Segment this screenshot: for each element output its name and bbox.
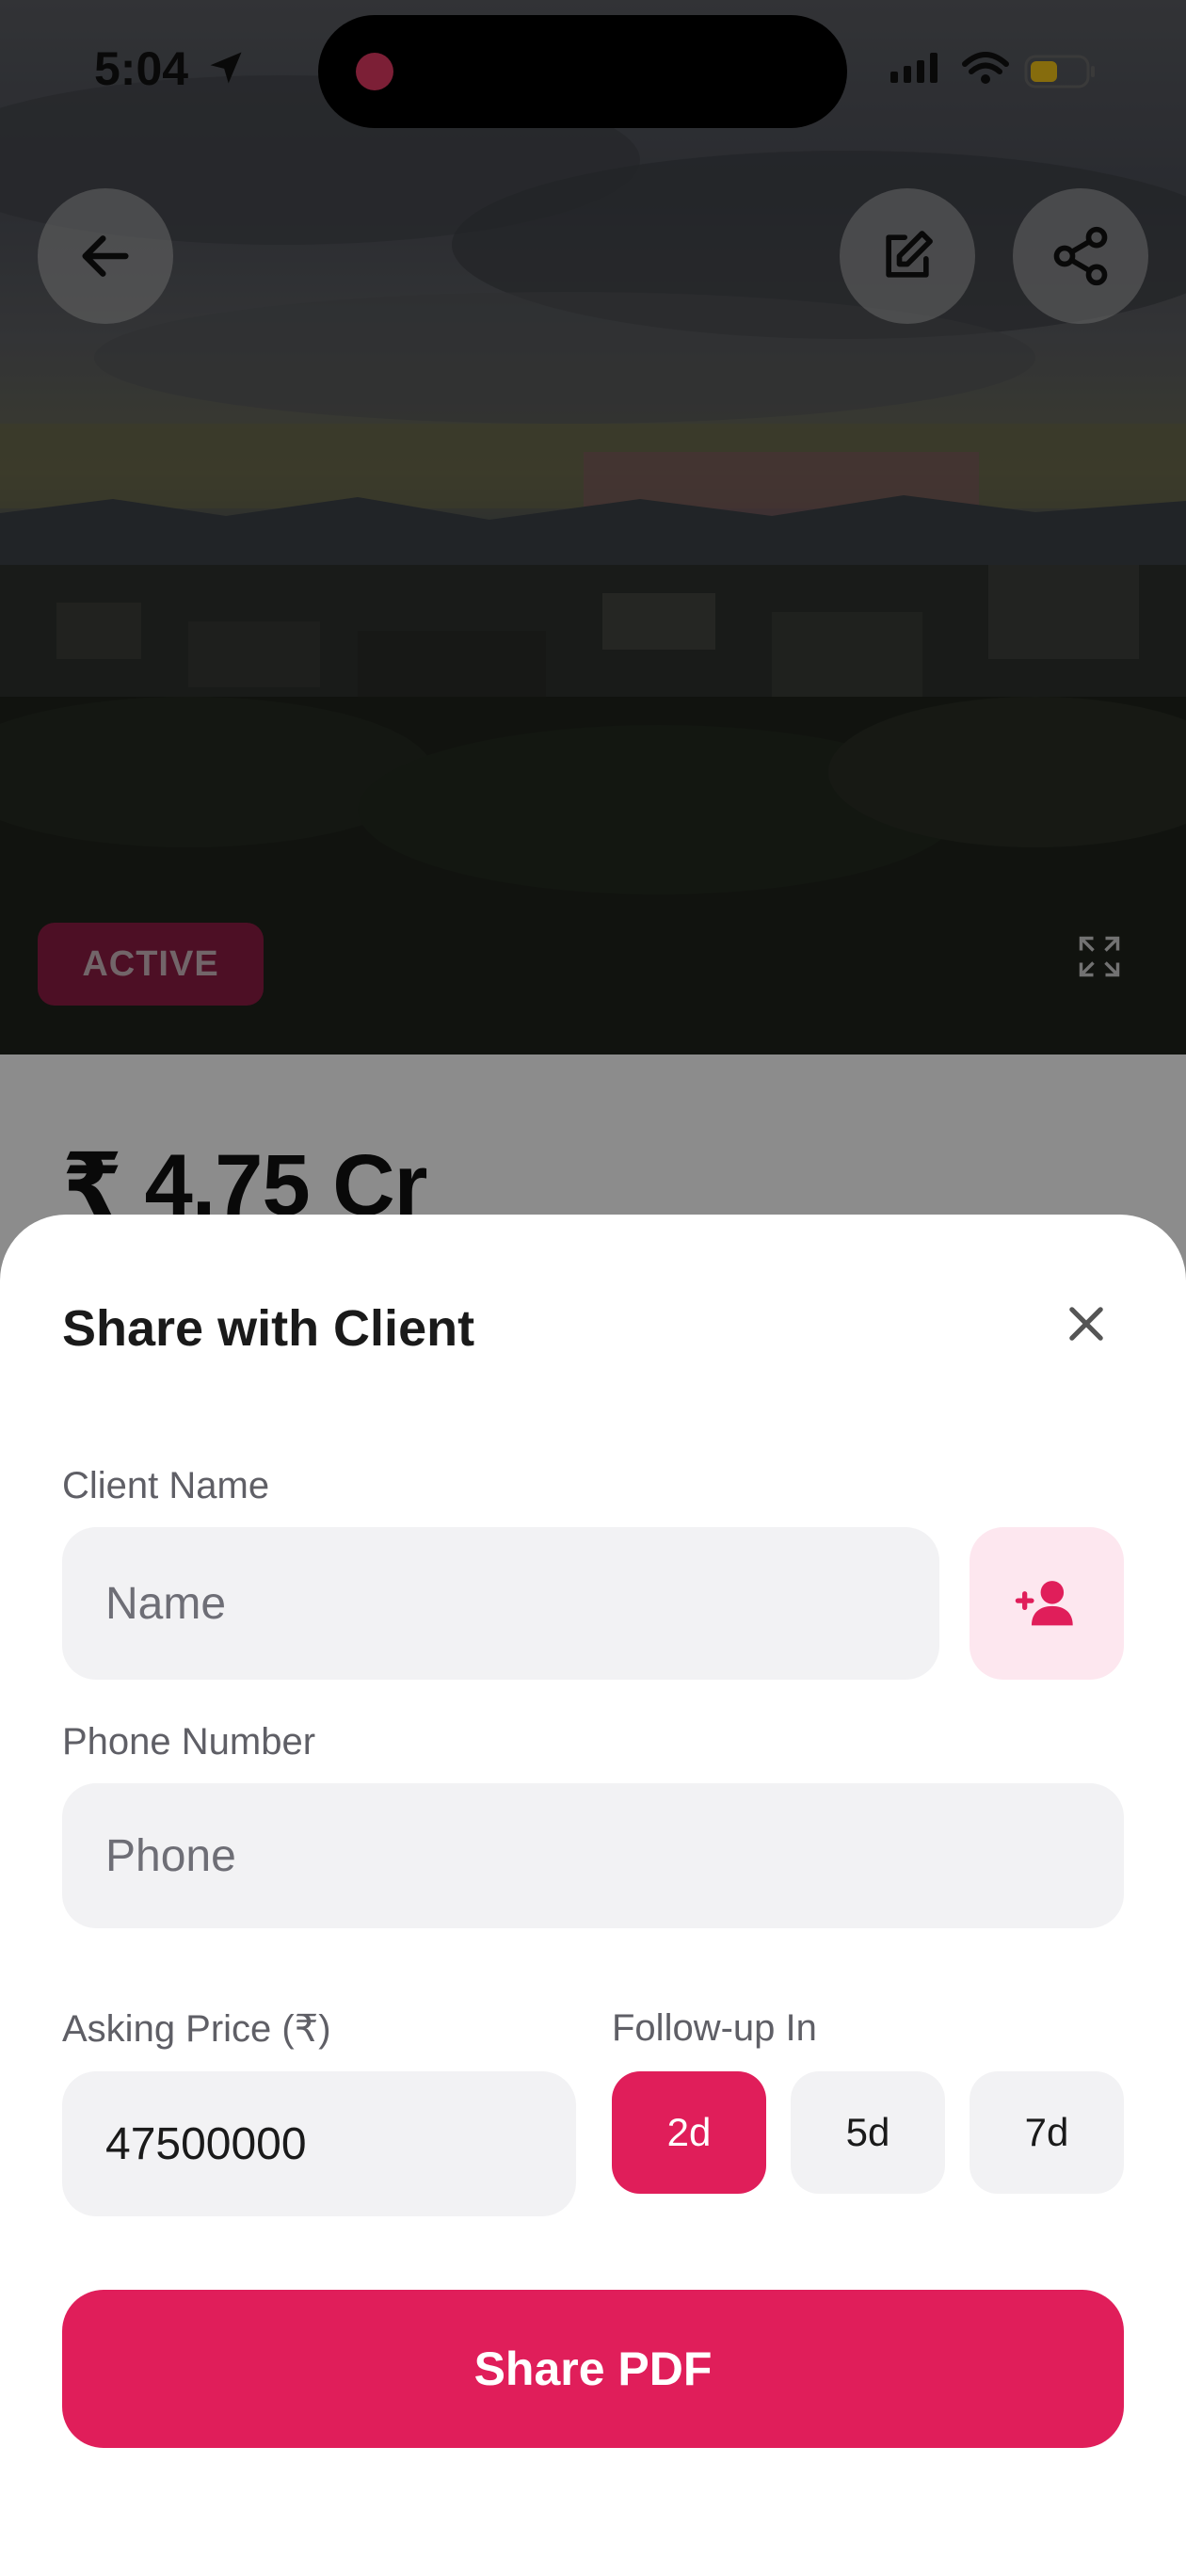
- add-contact-icon: [1015, 1581, 1073, 1626]
- asking-price-label: Asking Price (₹): [62, 2008, 331, 2050]
- close-icon: [1069, 1307, 1103, 1341]
- sheet-title: Share with Client: [62, 1300, 475, 1357]
- follow-up-option-2d[interactable]: 2d: [612, 2071, 766, 2194]
- follow-up-option-7d[interactable]: 7d: [970, 2071, 1124, 2194]
- client-name-label: Client Name: [62, 1465, 270, 1506]
- follow-up-option-5d[interactable]: 5d: [791, 2071, 945, 2194]
- close-button[interactable]: [1054, 1292, 1118, 1356]
- share-pdf-button[interactable]: Share PDF: [62, 2290, 1124, 2448]
- asking-price-input[interactable]: [62, 2071, 576, 2216]
- client-name-input[interactable]: [62, 1527, 939, 1680]
- phone-label: Phone Number: [62, 1721, 316, 1763]
- phone-input[interactable]: [62, 1783, 1124, 1928]
- pick-contact-button[interactable]: [970, 1527, 1124, 1680]
- follow-up-label: Follow-up In: [612, 2007, 817, 2049]
- share-with-client-sheet: Share with Client Client Name Phone Numb…: [0, 1215, 1186, 2576]
